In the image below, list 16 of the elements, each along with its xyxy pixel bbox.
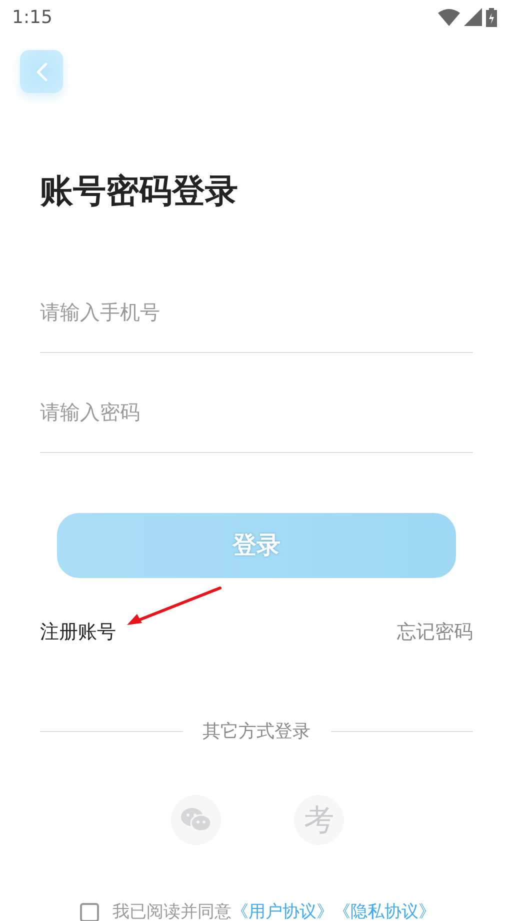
privacy-policy-link[interactable]: 《隐私协议》 — [334, 900, 436, 921]
page-title: 账号密码登录 — [40, 171, 239, 211]
agreement-checkbox[interactable] — [80, 903, 98, 921]
agreement-text: 我已阅读并同意 — [112, 901, 232, 921]
wifi-icon — [438, 8, 460, 26]
other-login-label: 其它方式登录 — [202, 720, 312, 744]
back-button[interactable] — [20, 50, 63, 93]
password-field[interactable]: 请输入密码 — [40, 352, 473, 453]
clock-time: 1:15 — [12, 6, 52, 30]
battery-icon — [486, 8, 497, 26]
phone-field[interactable]: 请输入手机号 — [40, 252, 473, 353]
user-agreement-link[interactable]: 《用户协议》 — [232, 900, 334, 921]
forgot-password-link[interactable]: 忘记密码 — [397, 618, 473, 646]
register-link[interactable]: 注册账号 — [40, 618, 116, 646]
signal-icon — [464, 8, 482, 26]
back-icon — [36, 62, 48, 82]
